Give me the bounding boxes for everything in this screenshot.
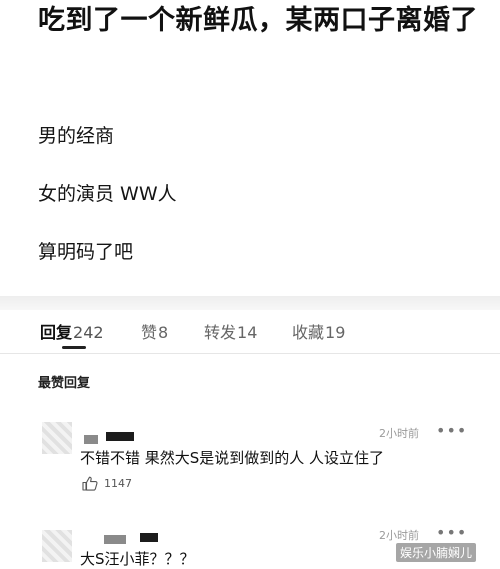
avatar[interactable] bbox=[42, 422, 72, 454]
redacted-username bbox=[84, 435, 98, 444]
section-separator bbox=[0, 296, 500, 310]
tab-replies[interactable]: 回复242 bbox=[40, 319, 104, 343]
divider bbox=[0, 353, 500, 354]
tab-replies-label: 回复 bbox=[40, 323, 73, 342]
redacted-username bbox=[140, 533, 158, 542]
redacted-username bbox=[106, 432, 134, 441]
redacted-username bbox=[104, 535, 126, 544]
comment-time: 2小时前 bbox=[379, 529, 419, 542]
tab-favorites[interactable]: 收藏19 bbox=[292, 319, 345, 343]
post-line-1: 男的经商 bbox=[38, 125, 115, 147]
comment-text: 不错不错 果然大S是说到做到的人 人设立住了 bbox=[80, 449, 385, 467]
tab-likes-count: 8 bbox=[158, 323, 169, 342]
top-replies-heading: 最赞回复 bbox=[38, 376, 91, 391]
tab-replies-count: 242 bbox=[73, 323, 104, 342]
watermark: 娱乐小腩娴儿 bbox=[396, 543, 477, 562]
post-title: 吃到了一个新鲜瓜，某两口子离婚了 bbox=[38, 5, 478, 36]
tab-favorites-label: 收藏 bbox=[292, 323, 325, 342]
active-tab-indicator bbox=[62, 346, 86, 349]
comment-time: 2小时前 bbox=[379, 427, 419, 440]
tab-favorites-count: 19 bbox=[325, 323, 346, 342]
tab-reposts[interactable]: 转发14 bbox=[204, 319, 257, 343]
post-line-3: 算明码了吧 bbox=[38, 241, 134, 263]
avatar[interactable] bbox=[42, 530, 72, 562]
tab-reposts-count: 14 bbox=[237, 323, 258, 342]
post-line-2: 女的演员 WW人 bbox=[38, 183, 177, 205]
more-options-icon[interactable]: ••• bbox=[436, 523, 467, 542]
tab-reposts-label: 转发 bbox=[204, 323, 237, 342]
thumbs-up-icon bbox=[82, 476, 98, 491]
like-button[interactable]: 1147 bbox=[82, 476, 132, 491]
tab-likes[interactable]: 赞8 bbox=[141, 319, 168, 343]
more-options-icon[interactable]: ••• bbox=[436, 421, 467, 440]
like-count: 1147 bbox=[104, 477, 132, 490]
tab-likes-label: 赞 bbox=[141, 323, 158, 342]
